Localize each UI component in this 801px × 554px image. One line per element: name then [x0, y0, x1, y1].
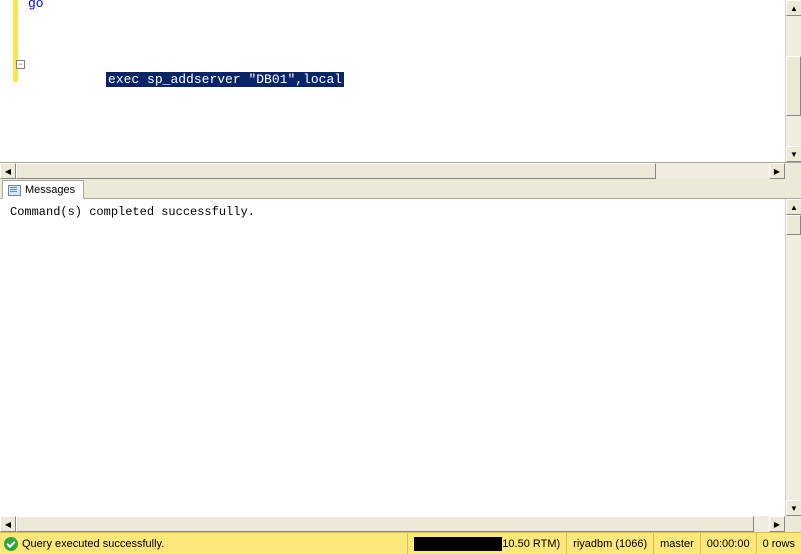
scroll-up-button[interactable]: ▲ [786, 199, 801, 215]
editor-hscrollbar[interactable]: ◀ ▶ [0, 163, 785, 179]
hscroll-thumb[interactable] [16, 163, 656, 179]
messages-pane: Command(s) completed successfully. ▲ ▼ [0, 199, 801, 516]
editor-hscroll-row: ◀ ▶ [0, 163, 801, 179]
hscroll-thumb[interactable] [16, 516, 754, 532]
messages-hscroll-row: ◀ ▶ [0, 516, 801, 532]
scroll-corner [785, 163, 801, 179]
status-rows: 0 rows [756, 533, 801, 554]
scroll-right-button[interactable]: ▶ [769, 516, 785, 532]
change-marker [13, 0, 18, 82]
hscroll-track[interactable] [16, 516, 769, 532]
status-message: Query executed successfully. [22, 538, 164, 550]
proc-args: "DB01",local [248, 72, 342, 87]
code-text[interactable]: go exec sp_addserver "DB01",local [28, 0, 90, 64]
keyword-go: go [28, 0, 44, 11]
messages-hscrollbar[interactable]: ◀ ▶ [0, 516, 785, 532]
ssms-window: go exec sp_addserver "DB01",local ▲ ▼ ◀ … [0, 0, 801, 554]
results-tab-bar: Messages [0, 179, 801, 199]
sql-editor[interactable]: go exec sp_addserver "DB01",local [0, 0, 785, 162]
scroll-down-button[interactable]: ▼ [786, 500, 801, 516]
status-user: riyadbm (1066) [566, 533, 653, 554]
messages-output[interactable]: Command(s) completed successfully. [10, 205, 255, 219]
status-version: 10.50 RTM) [502, 538, 560, 550]
scroll-left-button[interactable]: ◀ [0, 516, 16, 532]
status-server: 10.50 RTM) [407, 533, 566, 554]
scroll-corner [785, 516, 801, 532]
selected-sql: exec sp_addserver "DB01",local [106, 72, 344, 87]
scroll-left-button[interactable]: ◀ [0, 163, 16, 179]
scroll-up-button[interactable]: ▲ [786, 0, 801, 16]
status-left: Query executed successfully. [0, 537, 407, 551]
editor-vscrollbar[interactable]: ▲ ▼ [785, 0, 801, 162]
scroll-right-button[interactable]: ▶ [769, 163, 785, 179]
scroll-thumb[interactable] [786, 56, 801, 116]
tab-messages-label: Messages [25, 184, 75, 196]
tab-messages[interactable]: Messages [2, 180, 84, 199]
fold-toggle-icon[interactable] [16, 60, 25, 69]
editor-gutter [0, 0, 26, 162]
scroll-thumb[interactable] [786, 215, 801, 235]
proc-name: sp_addserver [139, 72, 248, 87]
scroll-track[interactable] [786, 16, 801, 146]
status-database: master [653, 533, 700, 554]
hscroll-track[interactable] [16, 163, 769, 179]
status-bar: Query executed successfully. 10.50 RTM) … [0, 532, 801, 554]
redacted-server [414, 537, 502, 551]
sql-editor-pane: go exec sp_addserver "DB01",local ▲ ▼ [0, 0, 801, 163]
status-elapsed: 00:00:00 [700, 533, 756, 554]
status-right: 10.50 RTM) riyadbm (1066) master 00:00:0… [407, 533, 801, 554]
success-icon [4, 537, 18, 551]
scroll-down-button[interactable]: ▼ [786, 146, 801, 162]
messages-vscrollbar[interactable]: ▲ ▼ [785, 199, 801, 516]
scroll-track[interactable] [786, 215, 801, 500]
messages-icon [7, 184, 21, 196]
keyword-exec: exec [108, 72, 139, 87]
